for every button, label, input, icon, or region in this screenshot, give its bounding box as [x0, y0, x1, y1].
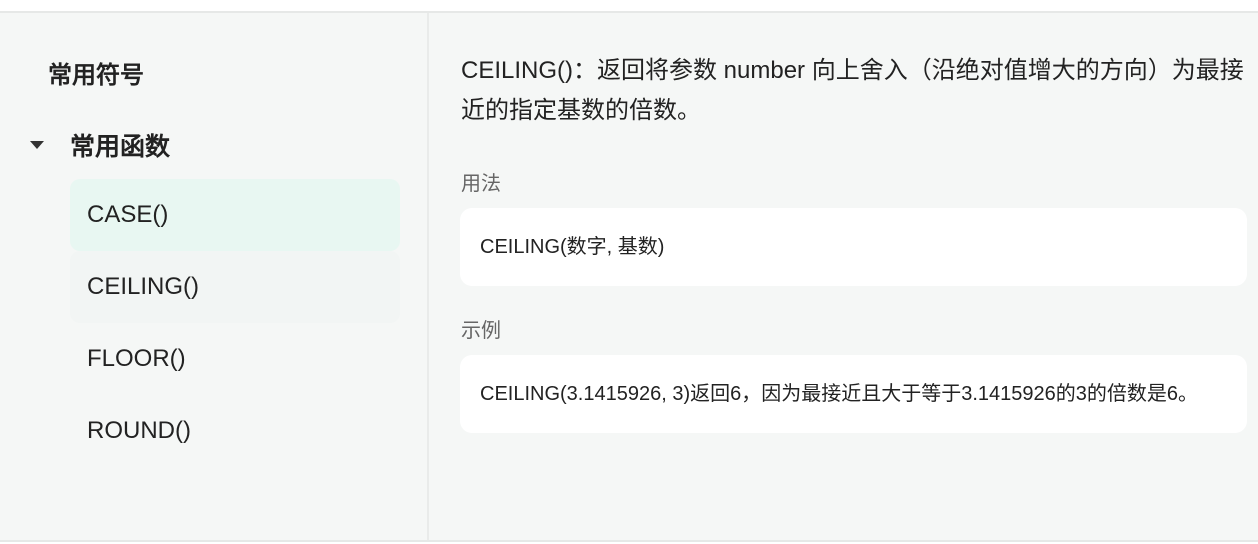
function-item-case[interactable]: CASE(): [70, 179, 400, 251]
group-label: 常用函数: [70, 133, 171, 161]
example-label: 示例: [461, 320, 501, 342]
group-common-functions[interactable]: 常用函数: [30, 127, 170, 163]
function-list: CASE() CEILING() FLOOR() ROUND(): [70, 179, 400, 467]
function-item-ceiling[interactable]: CEILING(): [70, 251, 400, 323]
caret-down-icon[interactable]: [30, 141, 44, 149]
function-description: CEILING()：返回将参数 number 向上舍入（沿绝对值增大的方向）为最…: [461, 57, 1244, 124]
function-item-round[interactable]: ROUND(): [70, 395, 400, 467]
example-box: CEILING(3.1415926, 3)返回6，因为最接近且大于等于3.141…: [460, 355, 1247, 433]
usage-label: 用法: [461, 173, 501, 195]
function-help-panel: 常用符号 常用函数 CASE() CEILING() FLOOR() ROUND…: [0, 11, 1258, 542]
usage-box: CEILING(数字, 基数): [460, 208, 1247, 286]
function-detail: CEILING()：返回将参数 number 向上舍入（沿绝对值增大的方向）为最…: [460, 13, 1247, 433]
function-sidebar: 常用符号 常用函数 CASE() CEILING() FLOOR() ROUND…: [0, 13, 429, 540]
section-common-symbols[interactable]: 常用符号: [48, 55, 144, 90]
function-item-floor[interactable]: FLOOR(): [70, 323, 400, 395]
